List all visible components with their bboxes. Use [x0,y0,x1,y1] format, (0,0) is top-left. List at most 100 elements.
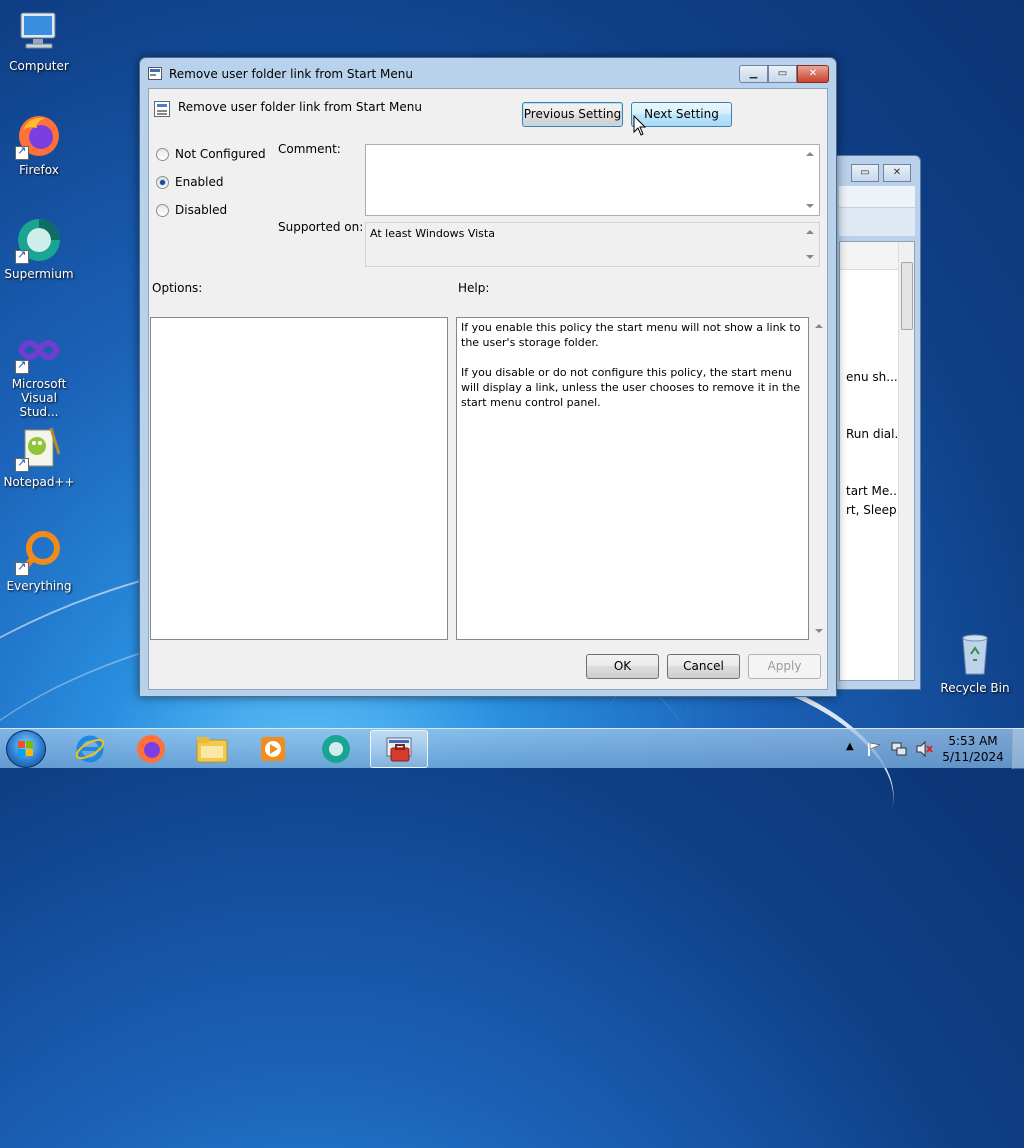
options-label: Options: [152,281,203,295]
help-pane[interactable]: If you enable this policy the start menu… [456,317,809,640]
help-label: Help: [458,281,490,295]
desktop-icon-visual-studio[interactable]: Microsoft Visual Stud... [1,326,77,419]
desktop-icon-label: Recycle Bin [940,681,1010,695]
taskbar-internet-explorer[interactable] [61,730,119,768]
supported-on-label: Supported on: [278,220,364,234]
close-button[interactable]: ✕ [797,65,829,83]
desktop-icon-everything[interactable]: Everything [1,528,77,593]
show-hidden-icons-icon[interactable]: ▲ [846,741,854,752]
radio-enabled[interactable]: Enabled [156,175,224,189]
help-text: If you enable this policy the start menu… [461,321,801,409]
shortcut-arrow-icon [15,248,29,264]
policy-setting-dialog: Remove user folder link from Start Menu … [139,57,837,697]
radio-circle[interactable] [156,203,169,217]
supermium-icon [15,216,63,264]
group-policy-editor-icon [386,737,412,762]
scroll-down-icon[interactable] [806,255,814,259]
setting-icon [154,101,170,117]
start-button[interactable] [6,730,46,768]
radio-label: Not Configured [175,147,266,161]
shortcut-arrow-icon [15,358,29,374]
scroll-down-icon[interactable] [806,204,814,208]
windows-logo-icon [18,741,34,757]
desktop-icon-label: Everything [6,579,72,593]
comment-scrollbar[interactable] [802,145,819,215]
radio-label: Enabled [175,175,224,189]
comment-textarea[interactable] [365,144,820,216]
firefox-icon [137,735,165,763]
internet-explorer-icon [75,735,105,763]
clock-date: 5/11/2024 [942,750,1004,764]
cancel-button[interactable]: Cancel [667,654,740,679]
maximize-button[interactable]: ▭ [768,65,797,83]
bg-close-button[interactable]: ✕ [883,164,911,182]
desktop-icon-notepadpp[interactable]: Notepad++ [1,424,77,489]
radio-not-configured[interactable]: Not Configured [156,147,266,161]
bg-maximize-button[interactable]: ▭ [851,164,879,182]
action-center-flag-icon[interactable] [866,741,882,757]
options-pane[interactable] [150,317,448,640]
minimize-button[interactable]: ▁ [739,65,768,83]
media-player-icon [261,737,285,761]
everything-icon [15,528,63,576]
taskbar-supermium[interactable] [307,730,365,768]
bg-scroll-thumb[interactable] [901,262,913,330]
desktop-icon-label: Notepad++ [3,475,75,489]
ok-button[interactable]: OK [586,654,659,679]
desktop-icon-firefox[interactable]: Firefox [1,112,77,177]
firefox-icon [15,112,63,160]
supported-on-value: At least Windows Vista [370,227,495,240]
radio-circle[interactable] [156,147,169,161]
desktop-icon-label: Supermium [4,267,74,281]
mouse-cursor-icon [633,115,647,136]
radio-circle-selected[interactable] [156,175,169,189]
radio-disabled[interactable]: Disabled [156,203,227,217]
scroll-up-icon[interactable] [815,324,823,328]
desktop-icon-label: Microsoft Visual Stud... [11,377,67,419]
show-desktop-button[interactable] [1012,729,1024,769]
recycle-bin-icon [951,630,999,678]
volume-muted-icon[interactable] [915,741,933,757]
clock-time: 5:53 AM [948,734,998,748]
shortcut-arrow-icon [15,560,29,576]
previous-setting-button[interactable]: Previous Setting [522,102,623,127]
apply-button[interactable]: Apply [748,654,821,679]
network-icon[interactable] [891,741,907,757]
policy-icon [148,67,162,80]
bg-list-pane[interactable]: enu sh... Run dial... tart Me... rt, Sle… [839,241,915,681]
scroll-up-icon[interactable] [806,152,814,156]
radio-label: Disabled [175,203,228,217]
taskbar: ▲ 5:53 AM 5/11/2024 [0,728,1024,769]
file-explorer-icon [196,737,228,763]
bg-list-item[interactable]: enu sh... [846,370,898,384]
computer-icon [15,8,63,56]
taskbar-firefox[interactable] [122,730,180,768]
visual-studio-icon [15,326,63,374]
comment-label: Comment: [278,142,341,156]
desktop-icon-computer[interactable]: Computer [1,8,77,73]
desktop-icon-supermium[interactable]: Supermium [1,216,77,281]
scroll-up-icon[interactable] [806,230,814,234]
dialog-client-area: Remove user folder link from Start Menu … [148,88,828,690]
bg-vertical-scrollbar[interactable] [898,242,914,680]
dialog-titlebar[interactable]: Remove user folder link from Start Menu … [140,58,836,88]
dialog-title: Remove user folder link from Start Menu [169,67,414,81]
supported-on-scrollbar[interactable] [802,223,819,266]
taskbar-media-player[interactable] [244,730,302,768]
bg-menu-bar [839,186,915,208]
background-window[interactable]: ▭ ✕ enu sh... Run dial... tart Me... rt,… [830,155,921,690]
notepadpp-icon [15,424,63,472]
desktop-icon-label: Computer [9,59,69,73]
desktop-icon-recycle-bin[interactable]: Recycle Bin [937,630,1013,695]
desktop-icon-label: Firefox [19,163,59,177]
scroll-down-icon[interactable] [815,629,823,633]
bg-list-item[interactable]: Run dial... [846,427,906,441]
shortcut-arrow-icon [15,456,29,472]
taskbar-group-policy-editor[interactable] [370,730,428,768]
help-scrollbar[interactable] [811,317,828,640]
bg-list-item[interactable]: tart Me... [846,484,901,498]
taskbar-file-explorer[interactable] [183,730,241,768]
supermium-icon [322,735,350,763]
supported-on-field[interactable]: At least Windows Vista [365,222,820,267]
system-clock[interactable]: 5:53 AM 5/11/2024 [940,733,1006,765]
